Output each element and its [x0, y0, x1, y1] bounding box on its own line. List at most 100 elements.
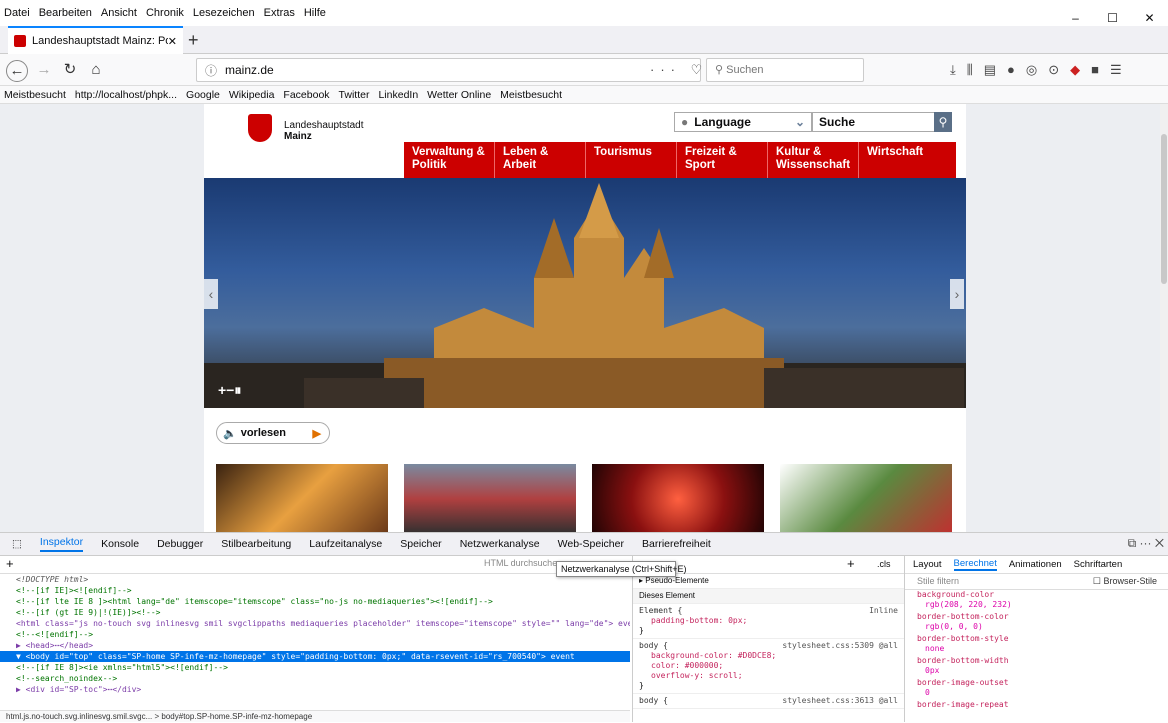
tab-laufzeitanalyse[interactable]: Laufzeitanalyse: [309, 538, 382, 550]
rule-property[interactable]: padding-bottom: 0px;: [639, 616, 898, 626]
markup-line[interactable]: ▶ <div id="SP-toc">⋯</div>: [0, 684, 630, 695]
bookmark-item[interactable]: Wikipedia: [229, 89, 275, 101]
hamburger-menu-icon[interactable]: ☰: [1110, 62, 1122, 78]
extension-icon[interactable]: ■: [1091, 62, 1099, 78]
markup-line[interactable]: <!--[if IE]><![endif]-->: [0, 585, 630, 596]
url-bar[interactable]: ⓘ mainz.de: [196, 58, 701, 82]
extension-icon[interactable]: ●: [1007, 62, 1015, 78]
markup-line[interactable]: <!--[if (gt IE 9)|!(IE)]><!-->: [0, 607, 630, 618]
add-node-icon[interactable]: +: [6, 556, 14, 571]
library-icon[interactable]: ⫼: [967, 62, 973, 78]
browser-styles-checkbox[interactable]: ☐ Browser-Stile: [1093, 576, 1157, 587]
markup-line[interactable]: <html class="js no-touch svg inlinesvg s…: [0, 618, 630, 629]
bookmark-item[interactable]: Google: [186, 89, 220, 101]
language-select[interactable]: ● Language ⌄: [674, 112, 812, 132]
rule-source[interactable]: stylesheet.css:3613 @all: [782, 696, 898, 706]
bookmark-item[interactable]: LinkedIn: [378, 89, 418, 101]
tab-speicher[interactable]: Speicher: [400, 538, 441, 550]
computed-property[interactable]: border-image-repeat: [905, 700, 1168, 710]
menu-chronik[interactable]: Chronik: [146, 7, 184, 19]
close-window-button[interactable]: ✕: [1131, 0, 1168, 26]
teaser-image[interactable]: [404, 464, 576, 532]
pocket-icon[interactable]: ◆: [1070, 62, 1080, 78]
bookmark-item[interactable]: http://localhost/phpk...: [75, 89, 177, 101]
tab-netzwerkanalyse[interactable]: Netzwerkanalyse: [460, 538, 540, 550]
bookmark-item[interactable]: Twitter: [339, 89, 370, 101]
nav-wirtschaft[interactable]: Wirtschaft: [859, 142, 950, 178]
computed-property[interactable]: background-color: [905, 590, 1168, 600]
site-search-button[interactable]: ⚲: [934, 112, 952, 132]
menu-bearbeiten[interactable]: Bearbeiten: [39, 7, 92, 19]
maximize-button[interactable]: ☐: [1094, 0, 1131, 26]
tab-barrierefreiheit[interactable]: Barrierefreiheit: [642, 538, 711, 550]
tab-konsole[interactable]: Konsole: [101, 538, 139, 550]
css-rule[interactable]: stylesheet.css:3613 @all body {: [633, 694, 904, 709]
menu-extras[interactable]: Extras: [264, 7, 295, 19]
bookmark-item[interactable]: Facebook: [283, 89, 329, 101]
pick-element-icon[interactable]: ⬚: [12, 538, 22, 550]
page-scrollbar[interactable]: [1160, 104, 1168, 532]
breadcrumb[interactable]: html.js.no-touch.svg.inlinesvg.smil.svgc…: [0, 710, 630, 722]
bookmark-item[interactable]: Meistbesucht: [500, 89, 562, 101]
markup-line-selected[interactable]: ▼ <body id="top" class="SP-home SP-infe-…: [0, 651, 630, 662]
extension-icon[interactable]: ⊙: [1048, 62, 1059, 78]
tab-web-speicher[interactable]: Web-Speicher: [558, 538, 624, 550]
extension-icon[interactable]: ◎: [1026, 62, 1037, 78]
menu-hilfe[interactable]: Hilfe: [304, 7, 326, 19]
tab-inspektor[interactable]: Inspektor: [39, 536, 84, 552]
rule-source[interactable]: stylesheet.css:5309 @all: [782, 641, 898, 651]
bookmark-item[interactable]: Wetter Online: [427, 89, 491, 101]
forward-arrow-icon[interactable]: →: [34, 60, 54, 80]
back-arrow-icon[interactable]: ←: [6, 60, 28, 82]
search-input[interactable]: ⚲ Suchen: [706, 58, 864, 82]
minimize-button[interactable]: –: [1057, 0, 1094, 26]
site-logo-text[interactable]: Landeshauptstadt Mainz: [284, 120, 364, 142]
sidebar-icon[interactable]: ▤: [984, 62, 996, 78]
play-icon[interactable]: ▶: [313, 427, 321, 440]
computed-property[interactable]: border-bottom-width: [905, 656, 1168, 666]
rule-source[interactable]: Inline: [869, 606, 898, 616]
menu-lesezeichen[interactable]: Lesezeichen: [193, 7, 255, 19]
markup-line[interactable]: ▶ <head>⋯</head>: [0, 640, 630, 651]
markup-line[interactable]: <!--search_noindex-->: [0, 673, 630, 684]
new-tab-button[interactable]: +: [188, 30, 199, 51]
css-rule[interactable]: Inline Element { padding-bottom: 0px; }: [633, 604, 904, 639]
teaser-image[interactable]: [592, 464, 764, 532]
css-rule[interactable]: stylesheet.css:5309 @all body { backgrou…: [633, 639, 904, 694]
menu-ansicht[interactable]: Ansicht: [101, 7, 137, 19]
tab-close-icon[interactable]: ✕: [168, 35, 177, 48]
tab-schriftarten[interactable]: Schriftarten: [1074, 559, 1123, 570]
computed-property[interactable]: border-bottom-style: [905, 634, 1168, 644]
download-icon[interactable]: ⤓: [950, 62, 956, 78]
markup-line[interactable]: <!--<![endif]-->: [0, 629, 630, 640]
dock-icon[interactable]: ⧉: [1128, 536, 1137, 550]
nav-freizeit[interactable]: Freizeit & Sport: [677, 142, 768, 178]
teaser-image[interactable]: [780, 464, 952, 532]
vorlesen-button[interactable]: 🔈 vorlesen ▶: [216, 422, 330, 444]
reload-icon[interactable]: ↻: [60, 60, 80, 80]
tab-layout[interactable]: Layout: [913, 559, 942, 570]
info-icon[interactable]: ⓘ: [205, 62, 217, 79]
nav-verwaltung[interactable]: Verwaltung & Politik: [404, 142, 495, 178]
hero-next-arrow-icon[interactable]: ›: [950, 279, 964, 309]
markup-line[interactable]: <!--[if IE 8]><ie xmlns="html5"><![endif…: [0, 662, 630, 673]
hero-prev-arrow-icon[interactable]: ‹: [204, 279, 218, 309]
computed-property[interactable]: border-bottom-color: [905, 612, 1168, 622]
home-icon[interactable]: ⌂: [86, 60, 106, 80]
scrollbar-thumb[interactable]: [1161, 134, 1167, 284]
markup-line[interactable]: <!--[if lte IE 8 ]><html lang="de" items…: [0, 596, 630, 607]
close-devtools-icon[interactable]: ✕: [1155, 536, 1164, 550]
add-rule-icon[interactable]: +: [847, 556, 855, 571]
browser-tab[interactable]: Landeshauptstadt Mainz: Porta ✕: [8, 26, 183, 54]
menu-datei[interactable]: Datei: [4, 7, 30, 19]
teaser-image[interactable]: [216, 464, 388, 532]
rule-property[interactable]: overflow-y: scroll;: [639, 671, 898, 681]
mainz-coat-of-arms-icon[interactable]: [248, 114, 272, 142]
cls-toggle[interactable]: .cls: [877, 559, 891, 569]
tab-stilbearbeitung[interactable]: Stilbearbeitung: [221, 538, 291, 550]
computed-property[interactable]: border-image-outset: [905, 678, 1168, 688]
site-search-input[interactable]: Suche: [812, 112, 950, 132]
bookmark-item[interactable]: Meistbesucht: [4, 89, 66, 101]
hero-controls[interactable]: +−⏸: [218, 382, 241, 399]
tab-berechnet[interactable]: Berechnet: [953, 558, 997, 571]
